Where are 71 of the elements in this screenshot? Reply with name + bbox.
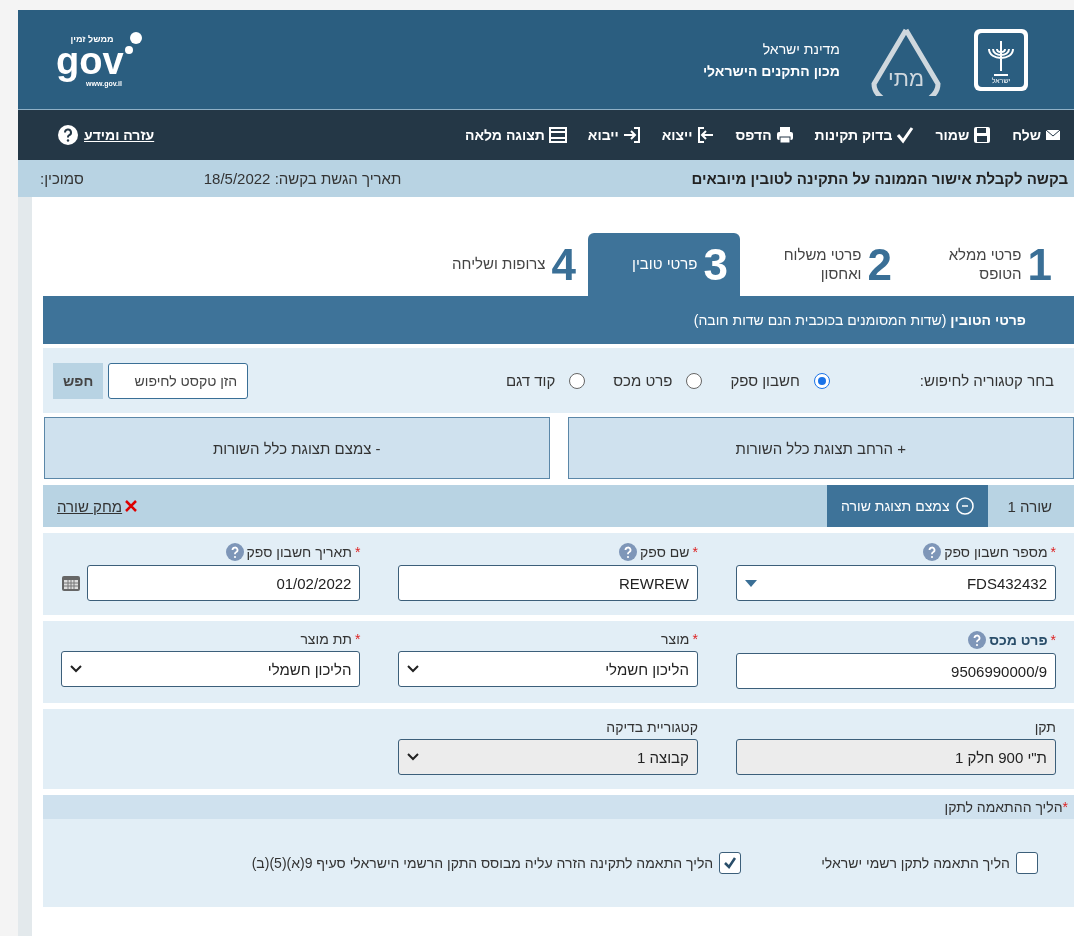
export-button[interactable]: ייצוא xyxy=(661,125,716,145)
field-label: תקן xyxy=(1034,719,1056,735)
submission-date: תאריך הגשת בקשה: 18/5/2022 xyxy=(203,170,402,187)
arrow-in-icon xyxy=(621,125,642,145)
import-button[interactable]: ייבוא xyxy=(587,125,642,145)
full-view-button[interactable]: תצוגה מלאה xyxy=(464,125,568,145)
required-asterisk: * xyxy=(1062,799,1068,815)
field-label: תאריך חשבון ספק xyxy=(246,544,352,560)
search-category-label: בחר קטגוריה לחיפוש: xyxy=(919,372,1054,389)
radio-button[interactable] xyxy=(686,372,703,389)
dropdown-field[interactable]: הליכון חשמלי xyxy=(398,651,698,687)
field-label: שם ספק xyxy=(640,544,690,560)
checkmark-icon xyxy=(895,125,916,145)
dropdown-field[interactable]: הליכון חשמלי xyxy=(61,651,361,687)
help-icon[interactable] xyxy=(225,543,244,561)
radio-option[interactable]: קוד דגם xyxy=(505,372,586,389)
chevron-down-icon[interactable] xyxy=(407,665,420,673)
required-asterisk: * xyxy=(1050,544,1056,560)
row-label: שורה 1 xyxy=(1007,497,1052,515)
window-icon xyxy=(547,125,568,145)
form-title: בקשה לקבלת אישור הממונה על התקינה לטובין מיובאים xyxy=(690,170,1068,187)
arrow-out-icon xyxy=(695,125,716,145)
date-field[interactable]: 01/02/2022 xyxy=(87,565,361,601)
help-icon[interactable] xyxy=(923,543,942,561)
checkbox-option[interactable]: הליך התאמה לתקינה הזרה עליה מבוסס התקן הרשמי הישראלי סעיף 9(א)(5)(ב) xyxy=(251,852,742,874)
minus-circle-icon xyxy=(955,497,974,515)
help-link[interactable]: עזרה ומידע xyxy=(58,125,155,145)
checkbox[interactable] xyxy=(1016,852,1038,874)
field-label: מוצר xyxy=(661,631,690,647)
field-label: מספר חשבון ספק xyxy=(944,544,1048,560)
checkbox[interactable] xyxy=(719,852,742,874)
expand-all-button[interactable]: + הרחב תצוגת כלל השורות xyxy=(567,417,1074,479)
calendar-icon[interactable] xyxy=(61,574,81,592)
help-icon xyxy=(58,125,78,145)
close-icon xyxy=(124,499,139,513)
section-title: פרטי הטובין (שדות המסומנים בכוכבית הנם שדות חובה) xyxy=(693,312,1026,328)
radio-option[interactable]: פרט מכס xyxy=(613,372,703,389)
compliance-title: הליך ההתאמה לתקן xyxy=(944,799,1063,815)
radio-button[interactable] xyxy=(813,372,830,389)
required-asterisk: * xyxy=(355,631,361,647)
printer-icon xyxy=(774,125,795,145)
help-icon[interactable] xyxy=(968,631,987,649)
validate-button[interactable]: בדוק תקינות xyxy=(814,125,916,145)
required-asterisk: * xyxy=(1050,632,1056,648)
check-mark-icon xyxy=(723,857,738,869)
field-label: תת מוצר xyxy=(300,631,352,647)
radio-option[interactable]: חשבון ספק xyxy=(730,372,830,389)
dropdown-triangle-icon[interactable] xyxy=(744,579,757,587)
field-label: פרט מכס xyxy=(989,632,1048,648)
field-label: קטגוריית בדיקה xyxy=(606,719,698,735)
search-button[interactable]: חפש xyxy=(53,362,104,399)
checkbox-option[interactable]: הליך התאמה לתקן רשמי ישראלי xyxy=(821,852,1038,874)
input-field[interactable]: 9506990000/9 xyxy=(735,653,1056,689)
institute-name: מכון התקנים הישראלי xyxy=(702,62,840,79)
required-asterisk: * xyxy=(692,631,698,647)
state-name: מדינת ישראל xyxy=(761,40,840,57)
reference-label: סמוכין: xyxy=(40,170,84,187)
chevron-down-icon[interactable] xyxy=(70,665,82,673)
print-button[interactable]: הדפס xyxy=(735,125,795,145)
collapse-row-button[interactable]: צמצם תצוגת שורה xyxy=(827,485,988,527)
collapse-all-button[interactable]: - צמצם תצוגת כלל השורות xyxy=(44,417,550,479)
help-icon[interactable] xyxy=(619,543,637,561)
search-field[interactable]: הזן טקסט לחיפוש xyxy=(108,362,249,399)
save-button[interactable]: שמור xyxy=(935,125,993,145)
input-field[interactable]: REWREW xyxy=(398,565,698,601)
send-button[interactable]: שלח xyxy=(1012,125,1064,145)
delete-row-link[interactable]: מחק שורה xyxy=(57,497,139,515)
required-asterisk: * xyxy=(692,544,698,560)
radio-button[interactable] xyxy=(569,372,586,389)
required-asterisk: * xyxy=(355,544,361,560)
dropdown-field[interactable]: FDS432432 xyxy=(735,565,1056,601)
